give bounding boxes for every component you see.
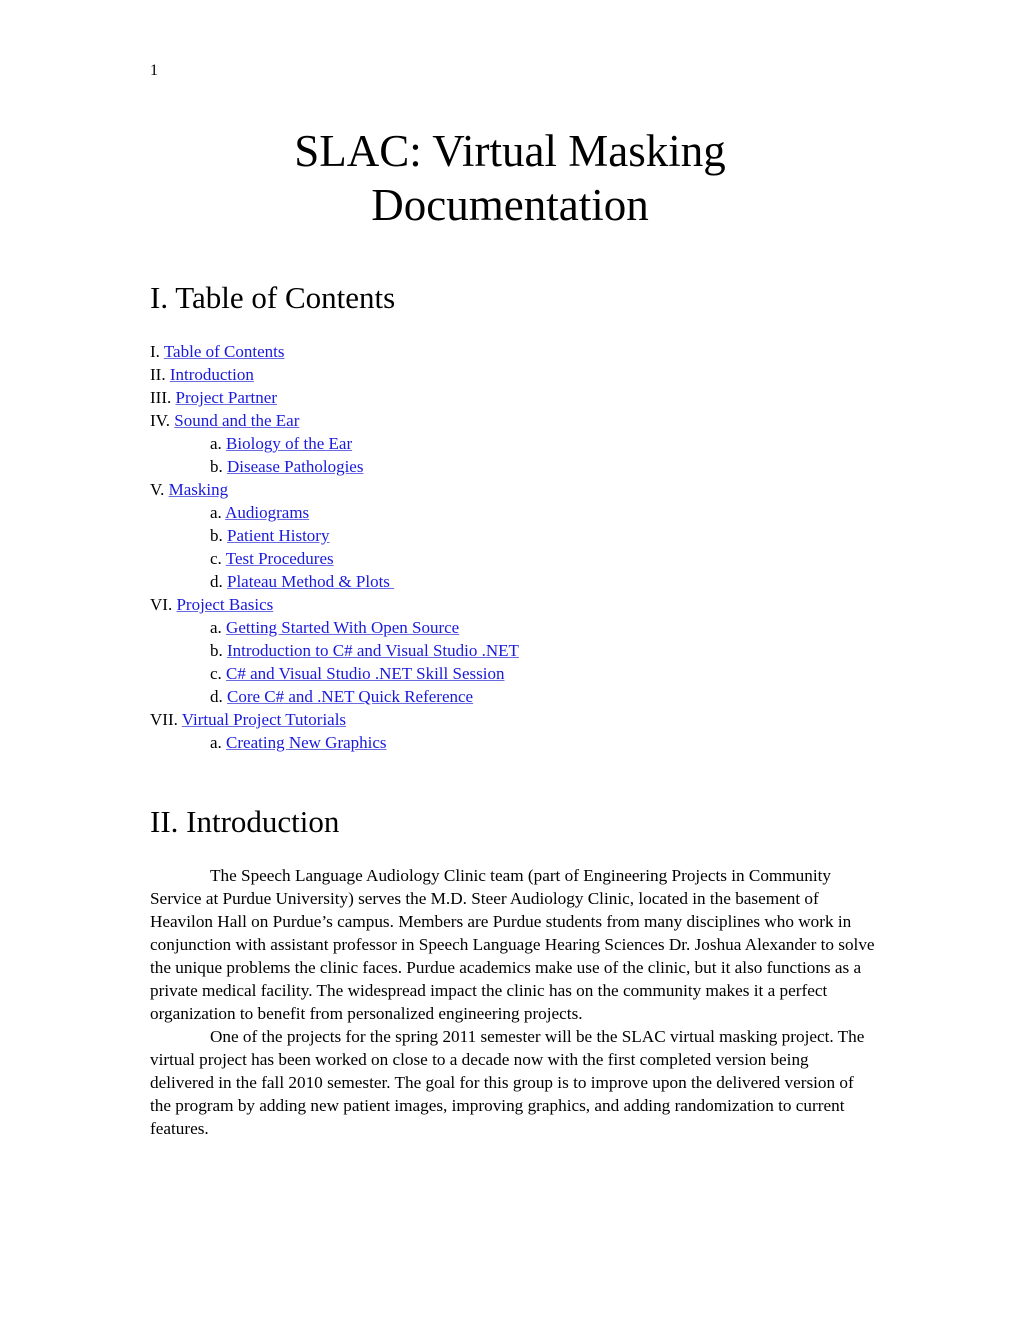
toc-link[interactable]: Masking: [169, 480, 229, 499]
toc-entry: b. Introduction to C# and Visual Studio …: [150, 639, 519, 662]
toc-entry-number: a.: [210, 618, 227, 637]
toc-entry-number: a.: [210, 733, 227, 752]
toc-link[interactable]: Project Basics: [176, 595, 273, 614]
toc-link[interactable]: Plateau Method & Plots: [227, 572, 394, 591]
toc-entry: I. Table of Contents: [150, 340, 519, 363]
toc-entry: a. Getting Started With Open Source: [150, 616, 519, 639]
toc-link[interactable]: C# and Visual Studio .NET Skill Session: [226, 664, 504, 683]
toc-entry: a. Audiograms: [150, 501, 519, 524]
toc-entry-number: b.: [210, 526, 227, 545]
toc-entry-number: a.: [210, 503, 226, 522]
title-line-1: SLAC: Virtual Masking: [294, 126, 726, 176]
table-of-contents: I. Table of Contents II. Introduction III.…: [150, 340, 519, 754]
toc-entry: c. Test Procedures: [150, 547, 519, 570]
toc-entry: d. Core C# and .NET Quick Reference: [150, 685, 519, 708]
page-number: 1: [150, 62, 158, 79]
toc-link[interactable]: Biology of the Ear: [226, 434, 352, 453]
toc-entry-number: a.: [210, 434, 227, 453]
toc-entry-number: d.: [210, 572, 227, 591]
toc-entry-number: VI.: [150, 595, 177, 614]
introduction-paragraph: The Speech Language Audiology Clinic tea…: [150, 866, 875, 1023]
toc-entry-number: c.: [210, 549, 226, 568]
toc-entry: III. Project Partner: [150, 386, 519, 409]
toc-entry: d. Plateau Method & Plots: [150, 570, 519, 593]
toc-entry: VII. Virtual Project Tutorials: [150, 708, 519, 731]
toc-link[interactable]: Patient History: [227, 526, 329, 545]
toc-entry: IV. Sound and the Ear: [150, 409, 519, 432]
toc-link[interactable]: Audiograms: [225, 503, 309, 522]
toc-link[interactable]: Table of Contents: [164, 342, 285, 361]
toc-entry: b. Patient History: [150, 524, 519, 547]
toc-link[interactable]: Project Partner: [175, 388, 277, 407]
toc-heading: I. Table of Contents: [150, 280, 396, 315]
toc-entry: a. Creating New Graphics: [150, 731, 519, 754]
toc-entry-number: b.: [210, 457, 227, 476]
toc-entry: V. Masking: [150, 478, 519, 501]
toc-link[interactable]: Disease Pathologies: [227, 457, 363, 476]
toc-entry: VI. Project Basics: [150, 593, 519, 616]
toc-entry-number: IV.: [150, 411, 175, 430]
toc-entry: II. Introduction: [150, 363, 519, 386]
toc-entry-number: V.: [150, 480, 169, 499]
title-line-2: Documentation: [371, 180, 649, 230]
toc-link[interactable]: Creating New Graphics: [226, 733, 387, 752]
toc-link[interactable]: Core C# and .NET Quick Reference: [227, 687, 473, 706]
introduction-body: The Speech Language Audiology Clinic tea…: [150, 864, 875, 1140]
toc-entry-number: II.: [150, 365, 170, 384]
toc-link[interactable]: Introduction to C# and Visual Studio .NE…: [227, 641, 519, 660]
toc-link[interactable]: Sound and the Ear: [174, 411, 299, 430]
toc-entry-number: d.: [210, 687, 227, 706]
toc-link[interactable]: Test Procedures: [226, 549, 334, 568]
toc-link[interactable]: Getting Started With Open Source: [226, 618, 459, 637]
toc-entry: a. Biology of the Ear: [150, 432, 519, 455]
introduction-heading: II. Introduction: [150, 804, 340, 839]
introduction-paragraph: One of the projects for the spring 2011 …: [150, 1027, 865, 1138]
toc-link[interactable]: Introduction: [170, 365, 254, 384]
toc-entry-number: I.: [150, 342, 164, 361]
document-title: SLAC: Virtual Masking Documentation: [0, 124, 1020, 232]
toc-entry: b. Disease Pathologies: [150, 455, 519, 478]
toc-link[interactable]: Virtual Project Tutorials: [182, 710, 346, 729]
toc-entry-number: c.: [210, 664, 227, 683]
toc-entry: c. C# and Visual Studio .NET Skill Sessi…: [150, 662, 519, 685]
toc-entry-number: b.: [210, 641, 227, 660]
toc-entry-number: VII.: [150, 710, 182, 729]
toc-entry-number: III.: [150, 388, 176, 407]
